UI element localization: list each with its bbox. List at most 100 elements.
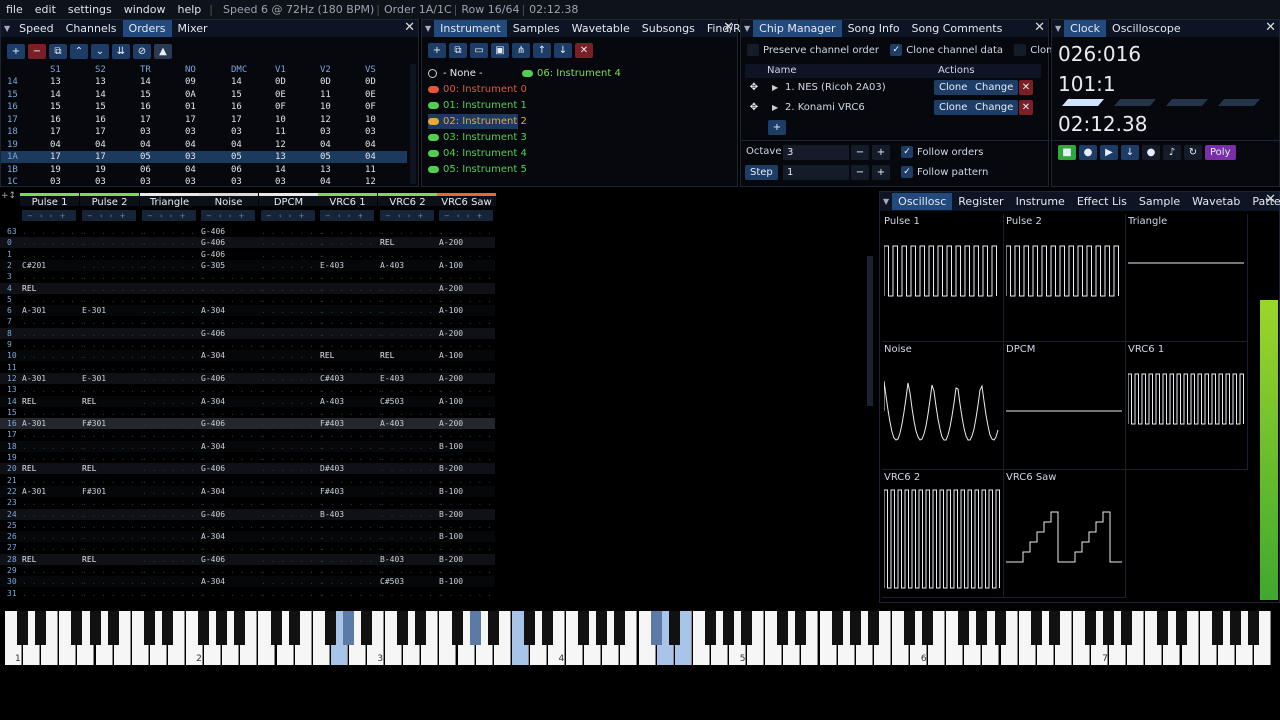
- pattern-cell[interactable]: . . . . . . .: [380, 441, 443, 452]
- pattern-cell[interactable]: . . . . . . .: [261, 531, 324, 542]
- pattern-cell[interactable]: REL: [22, 396, 36, 407]
- pattern-cell[interactable]: . . . . . . .: [320, 305, 383, 316]
- pattern-cell[interactable]: . . . . . . .: [261, 463, 324, 474]
- order-cell[interactable]: 04: [365, 139, 376, 151]
- pattern-cell[interactable]: . . . . . . .: [261, 475, 324, 486]
- pattern-row[interactable]: 1. . . . . . .. . . . . . .. . . . . . .…: [0, 249, 495, 270]
- pattern-row[interactable]: 0. . . . . . .. . . . . . .. . . . . . .…: [0, 237, 495, 249]
- piano-black-key[interactable]: [216, 611, 228, 645]
- pattern-cell[interactable]: . . . . . . .: [320, 407, 383, 418]
- pattern-cell[interactable]: . . . . . . .: [261, 226, 324, 237]
- pattern-cell[interactable]: . . . . . . .: [320, 475, 383, 486]
- piano-black-key[interactable]: [324, 611, 336, 645]
- order-cell[interactable]: 09: [185, 76, 196, 88]
- piano-black-key[interactable]: [596, 611, 608, 645]
- pattern-cell[interactable]: E-403: [380, 373, 404, 384]
- pattern-cell[interactable]: . . . . . . .: [261, 588, 324, 599]
- order-cell[interactable]: 03: [185, 151, 196, 163]
- pattern-cell[interactable]: . . . . . . .: [380, 429, 443, 440]
- piano-black-key[interactable]: [198, 611, 210, 645]
- pattern-cell[interactable]: . . . . . . .: [320, 226, 383, 237]
- pattern-cell[interactable]: . . . . . . .: [201, 362, 264, 373]
- order-cell[interactable]: 04: [50, 139, 61, 151]
- step-minus-button[interactable]: −: [851, 165, 869, 180]
- order-cell[interactable]: 14: [140, 76, 151, 88]
- pattern-row[interactable]: 5. . . . . . .. . . . . . .. . . . . . .…: [0, 294, 495, 315]
- order-cell[interactable]: 05: [320, 151, 331, 163]
- pattern-row[interactable]: 15. . . . . . .. . . . . . .. . . . . . …: [0, 407, 495, 428]
- pattern-cell[interactable]: B-403: [380, 554, 404, 565]
- pattern-cell[interactable]: . . . . . . .: [82, 475, 145, 486]
- tab-speed[interactable]: Speed: [13, 20, 59, 37]
- order-cell[interactable]: 04: [320, 176, 331, 188]
- pattern-cell[interactable]: . . . . . . .: [142, 396, 205, 407]
- remove-chip-button[interactable]: ✕: [1019, 100, 1036, 115]
- pattern-cell[interactable]: . . . . . . .: [380, 497, 443, 508]
- pattern-cell[interactable]: G-406: [201, 373, 225, 384]
- pattern-cell[interactable]: A-304: [201, 305, 225, 316]
- instrument-item[interactable]: 04: Instrument 4: [428, 146, 527, 161]
- pattern-cell[interactable]: . . . . . . .: [261, 565, 324, 576]
- order-row[interactable]: 15 14 14 15 0A 15 0E 11 0E: [1, 89, 407, 101]
- instrument-none[interactable]: - None -: [428, 66, 483, 81]
- pattern-cell[interactable]: . . . . . . .: [142, 429, 205, 440]
- order-cell[interactable]: 15: [140, 89, 151, 101]
- piano-black-key[interactable]: [849, 611, 861, 645]
- pattern-cell[interactable]: A-100: [439, 305, 463, 316]
- octave-plus-button[interactable]: +: [872, 145, 890, 160]
- piano-black-key[interactable]: [487, 611, 499, 645]
- pattern-row[interactable]: 17. . . . . . .. . . . . . .. . . . . . …: [0, 429, 495, 450]
- pattern-cell[interactable]: . . . . . . .: [82, 339, 145, 350]
- pattern-cell[interactable]: . . . . . . .: [380, 316, 443, 327]
- pattern-cell[interactable]: . . . . . . .: [261, 407, 324, 418]
- save-icon[interactable]: ▣: [491, 43, 509, 58]
- order-cell[interactable]: 16: [95, 114, 106, 126]
- pattern-cell[interactable]: . . . . . . .: [201, 407, 264, 418]
- collapse-icon[interactable]: ▼: [741, 24, 753, 33]
- piano-black-key[interactable]: [469, 611, 481, 645]
- pattern-cell[interactable]: . . . . . . .: [320, 249, 383, 260]
- pattern-cell[interactable]: . . . . . . .: [261, 350, 324, 361]
- piano-black-key[interactable]: [777, 611, 789, 645]
- pattern-cell[interactable]: . . . . . . .: [320, 520, 383, 531]
- menu-settings[interactable]: settings: [62, 3, 118, 16]
- pattern-cell[interactable]: . . . . . . .: [320, 362, 383, 373]
- piano-black-key[interactable]: [234, 611, 246, 645]
- pattern-cell[interactable]: . . . . . . .: [142, 283, 205, 294]
- order-cell[interactable]: 12: [275, 139, 286, 151]
- metronome-icon[interactable]: ♪: [1163, 145, 1181, 160]
- instrument-item[interactable]: 05: Instrument 5: [428, 162, 527, 177]
- close-icon[interactable]: ✕: [404, 20, 415, 35]
- pattern-cell[interactable]: A-301: [22, 305, 46, 316]
- pattern-cell[interactable]: . . . . . . .: [22, 531, 85, 542]
- order-row[interactable]: 19 04 04 04 04 04 12 04 04: [1, 139, 407, 151]
- channel-header[interactable]: Pulse 2: [80, 193, 139, 208]
- piano-black-key[interactable]: [904, 611, 915, 645]
- order-cell[interactable]: 17: [50, 151, 61, 163]
- pattern-cell[interactable]: G-406: [201, 463, 225, 474]
- pattern-cell[interactable]: . . . . . . .: [320, 328, 383, 339]
- pattern-cell[interactable]: . . . . . . .: [380, 565, 443, 576]
- pattern-cell[interactable]: . . . . . . .: [201, 475, 264, 486]
- pattern-cell[interactable]: . . . . . . .: [142, 509, 205, 520]
- pattern-cell[interactable]: . . . . . . .: [82, 407, 145, 418]
- pattern-cell[interactable]: . . . . . . .: [82, 362, 145, 373]
- pattern-cell[interactable]: . . . . . . .: [142, 339, 205, 350]
- pattern-row[interactable]: 13. . . . . . .. . . . . . .. . . . . . …: [0, 384, 495, 405]
- pattern-cell[interactable]: D#403: [320, 463, 344, 474]
- pattern-cell[interactable]: . . . . . . .: [201, 294, 264, 305]
- clone-chip-button[interactable]: Clone: [934, 80, 973, 95]
- clone-data-checkbox[interactable]: ✓: [890, 44, 903, 56]
- piano-black-key[interactable]: [1030, 611, 1042, 645]
- pattern-cell[interactable]: A-403: [320, 396, 344, 407]
- order-cell[interactable]: 10: [320, 101, 331, 113]
- pattern-cell[interactable]: . . . . . . .: [82, 226, 145, 237]
- order-cell[interactable]: 03: [275, 176, 286, 188]
- pattern-cell[interactable]: REL: [82, 463, 96, 474]
- pattern-cell[interactable]: . . . . . . .: [320, 384, 383, 395]
- pattern-cell[interactable]: B-100: [439, 531, 463, 542]
- pattern-cell[interactable]: B-200: [439, 554, 463, 565]
- pattern-cell[interactable]: . . . . . . .: [380, 384, 443, 395]
- pattern-cell[interactable]: B-200: [439, 463, 463, 474]
- pattern-cell[interactable]: . . . . . . .: [261, 384, 324, 395]
